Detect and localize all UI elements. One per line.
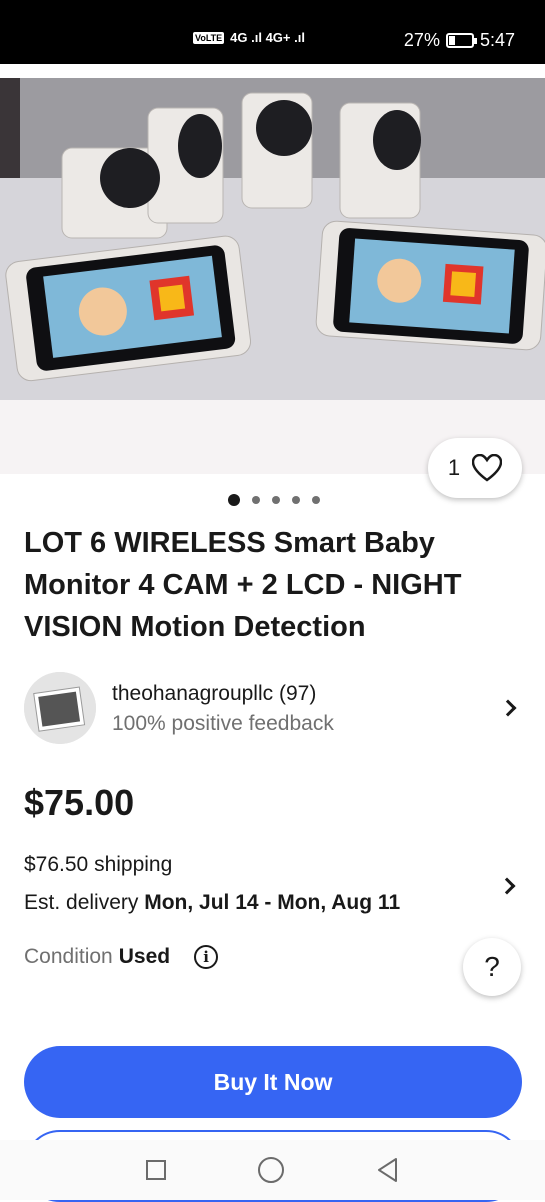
seller-row[interactable]: theohanagroupllc (97) 100% positive feed…: [24, 672, 524, 746]
item-price: $75.00: [24, 782, 135, 823]
shipping-cost: $76.50 shipping: [24, 853, 173, 876]
condition-row: Condition Used i: [24, 945, 219, 969]
pagination-dot-1[interactable]: [227, 494, 240, 506]
signal-strength: 4G .ıl 4G+ .ıl: [230, 30, 305, 45]
help-button[interactable]: ?: [463, 938, 521, 996]
seller-avatar: [24, 672, 96, 744]
pagination-dot-2[interactable]: [251, 496, 260, 504]
info-icon[interactable]: i: [194, 945, 219, 969]
product-photo[interactable]: [0, 78, 545, 400]
status-bar: VoLTE 4G .ıl 4G+ .ıl 27% 5:47: [0, 0, 545, 64]
delivery-estimate[interactable]: Est. delivery Mon, Jul 14 - Mon, Aug 11: [24, 891, 400, 915]
chevron-right-icon[interactable]: [499, 699, 517, 717]
seller-name[interactable]: theohanagroupllc (97): [112, 682, 316, 706]
heart-icon: [472, 454, 503, 482]
battery-fill: [448, 36, 455, 45]
volte-badge: VoLTE: [193, 31, 225, 44]
battery-icon: [445, 33, 477, 48]
nav-square-icon[interactable]: [145, 1160, 166, 1180]
delivery-label: Est. delivery: [24, 891, 145, 914]
nav-back-icon[interactable]: [376, 1157, 400, 1183]
shipping-chevron-right-icon[interactable]: [498, 877, 516, 895]
clock: 5:47: [479, 30, 515, 50]
seller-feedback: 100% positive feedback: [112, 712, 334, 735]
pagination-dot-3[interactable]: [271, 496, 280, 504]
system-nav-bar: [0, 1140, 545, 1200]
buy-it-now-button[interactable]: Buy It Now: [24, 1046, 522, 1118]
photo-placeholder-icon: [24, 672, 96, 744]
watch-count: 1: [447, 455, 461, 480]
gallery-top-strip: [0, 64, 545, 78]
watch-button[interactable]: 1: [428, 438, 522, 498]
product-photo-illustration: [0, 78, 545, 400]
nav-circle-icon[interactable]: [257, 1157, 284, 1183]
image-gallery[interactable]: [0, 64, 545, 474]
delivery-dates: Mon, Jul 14 - Mon, Aug 11: [144, 891, 401, 914]
condition-value: Used: [118, 945, 171, 968]
pagination-dot-5[interactable]: [311, 496, 320, 504]
question-icon: ?: [484, 951, 500, 982]
battery-percent: 27%: [403, 30, 440, 50]
status-right: 27% 5:47: [404, 30, 515, 51]
pagination-dot-4[interactable]: [291, 496, 300, 504]
network-indicators: VoLTE 4G .ıl 4G+ .ıl: [193, 30, 305, 45]
listing-title: LOT 6 WIRELESS Smart Baby Monitor 4 CAM …: [24, 527, 462, 643]
condition-label: Condition: [24, 945, 113, 968]
gallery-pagination[interactable]: [0, 494, 545, 506]
